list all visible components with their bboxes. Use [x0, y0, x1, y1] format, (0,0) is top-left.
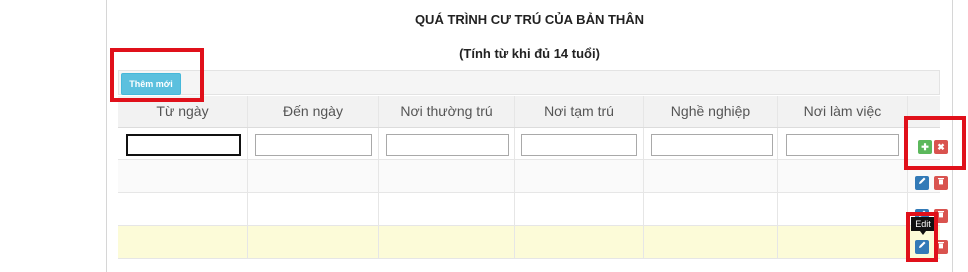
table-cell [515, 160, 644, 192]
edit-row-button[interactable] [915, 176, 929, 190]
from-date-input[interactable] [126, 134, 241, 156]
table-cell [248, 226, 379, 258]
table-cell [644, 226, 778, 258]
inline-edit-row [118, 128, 940, 160]
table-cell [118, 193, 248, 225]
table-cell [778, 226, 908, 258]
content-left-border [106, 0, 107, 272]
table-cell [248, 160, 379, 192]
table-row[interactable] [118, 160, 940, 193]
table-cell [515, 193, 644, 225]
page-subtitle: (Tính từ khi đủ 14 tuổi) [459, 46, 600, 61]
temporary-residence-input[interactable] [521, 134, 637, 156]
table-cell [644, 160, 778, 192]
table-cell [118, 160, 248, 192]
highlight-box-add-button [110, 48, 204, 102]
table-cell [379, 193, 515, 225]
table-cell [118, 226, 248, 258]
pencil-icon [919, 177, 926, 184]
grid-toolbar [118, 70, 940, 95]
table-cell [778, 193, 908, 225]
table-cell [379, 160, 515, 192]
column-header-workplace[interactable]: Nơi làm việc [778, 96, 908, 127]
column-header-occupation[interactable]: Nghề nghiệp [644, 96, 778, 127]
residence-history-grid: Từ ngày Đến ngày Nơi thường trú Nơi tạm … [118, 96, 948, 261]
workplace-input[interactable] [786, 134, 899, 156]
column-header-permanent-residence[interactable]: Nơi thường trú [379, 96, 515, 127]
column-header-to-date[interactable]: Đến ngày [248, 96, 379, 127]
to-date-input[interactable] [255, 134, 372, 156]
permanent-residence-input[interactable] [386, 134, 509, 156]
table-header: Từ ngày Đến ngày Nơi thường trú Nơi tạm … [118, 96, 940, 128]
page-title: QUÁ TRÌNH CƯ TRÚ CỦA BẢN THÂN [414, 12, 645, 27]
table-cell [248, 193, 379, 225]
table-row-selected[interactable] [118, 226, 940, 259]
table-cell [644, 193, 778, 225]
highlight-box-save-cancel [904, 116, 966, 170]
highlight-box-edit-button [906, 212, 938, 262]
column-header-temporary-residence[interactable]: Nơi tạm trú [515, 96, 644, 127]
table-cell [515, 226, 644, 258]
table-cell [379, 226, 515, 258]
trash-icon [938, 178, 944, 185]
delete-row-button[interactable] [934, 176, 948, 190]
table-cell [778, 160, 908, 192]
occupation-input[interactable] [651, 134, 773, 156]
table-row[interactable] [118, 193, 940, 226]
